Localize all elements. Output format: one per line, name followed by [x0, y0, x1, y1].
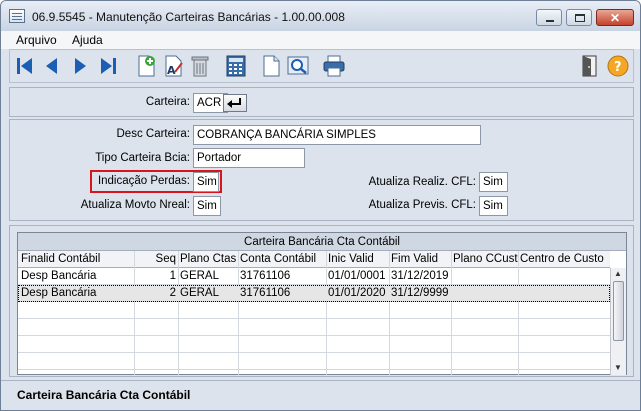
- cell-conta-contabil: 31761106: [240, 270, 291, 282]
- previous-record-icon: [46, 58, 57, 74]
- status-bar: Carteira Bancária Cta Contábil: [1, 380, 640, 410]
- blank-document-icon: [263, 55, 280, 77]
- svg-text:A: A: [167, 64, 176, 77]
- cell-seq: 1: [169, 270, 176, 282]
- menu-ajuda[interactable]: Ajuda: [72, 33, 103, 47]
- enter-arrow-icon: [227, 98, 241, 108]
- col-conta-contabil[interactable]: Conta Contábil: [240, 253, 326, 265]
- cell-finalid: Desp Bancária: [21, 270, 97, 282]
- exit-door-icon: [582, 55, 597, 77]
- atualiza-previs-field[interactable]: Sim: [479, 196, 508, 216]
- scroll-down-icon[interactable]: ▼: [614, 363, 622, 372]
- maximize-button[interactable]: [566, 9, 592, 26]
- zoom-search-icon: [287, 56, 309, 75]
- cell-fim-valid: 31/12/2019: [391, 270, 449, 282]
- col-seq[interactable]: Seq: [136, 253, 176, 265]
- table-row-empty[interactable]: [18, 319, 610, 336]
- first-record-button[interactable]: [13, 54, 37, 78]
- table-row-empty[interactable]: [18, 336, 610, 353]
- col-inic-valid[interactable]: Inic Valid: [328, 253, 388, 265]
- cell-plano-ctas: GERAL: [180, 270, 219, 282]
- table-row-empty[interactable]: [18, 302, 610, 319]
- scroll-thumb[interactable]: [613, 281, 624, 341]
- previous-record-button[interactable]: [40, 54, 64, 78]
- delete-record-icon: [191, 56, 209, 77]
- print-button[interactable]: [322, 54, 346, 78]
- calculator-button[interactable]: [224, 54, 248, 78]
- menu-arquivo[interactable]: Arquivo: [16, 33, 57, 47]
- edit-record-icon: A: [165, 55, 183, 77]
- delete-record-button[interactable]: [188, 54, 212, 78]
- form-panel: Desc Carteira: COBRANÇA BANCÁRIA SIMPLES…: [9, 119, 634, 221]
- cell-plano-ctas: GERAL: [180, 287, 219, 299]
- table-row-selected[interactable]: Desp Bancária 2 GERAL 31761106 01/01/202…: [18, 285, 610, 302]
- cell-inic-valid: 01/01/2020: [328, 287, 386, 299]
- next-record-icon: [75, 58, 86, 74]
- help-button[interactable]: ?: [606, 54, 630, 78]
- edit-record-button[interactable]: A: [161, 54, 185, 78]
- col-centro-custo[interactable]: Centro de Custo: [520, 253, 608, 265]
- svg-text:?: ?: [614, 60, 622, 75]
- atualiza-realiz-field[interactable]: Sim: [479, 172, 508, 192]
- tipo-carteira-field[interactable]: Portador: [193, 148, 305, 168]
- close-button[interactable]: ✕: [596, 9, 634, 26]
- atualiza-movto-label: Atualiza Movto Nreal:: [80, 199, 190, 211]
- close-icon: ✕: [610, 11, 621, 25]
- title-bar[interactable]: 06.9.5545 - Manutenção Carteiras Bancári…: [1, 1, 640, 31]
- blank-document-button[interactable]: [259, 54, 283, 78]
- table-row[interactable]: Desp Bancária 1 GERAL 31761106 01/01/000…: [18, 268, 610, 285]
- col-plano-ctas[interactable]: Plano Ctas: [180, 253, 238, 265]
- maximize-icon: [575, 14, 585, 22]
- exit-button[interactable]: [578, 54, 602, 78]
- enter-button[interactable]: [223, 94, 247, 112]
- col-plano-ccusto[interactable]: Plano CCusto: [453, 253, 519, 265]
- new-record-button[interactable]: [134, 54, 158, 78]
- scroll-up-icon[interactable]: ▲: [614, 269, 622, 278]
- header-panel: Carteira: ACR: [9, 87, 634, 117]
- cell-conta-contabil: 31761106: [240, 287, 291, 299]
- first-record-icon: [17, 58, 32, 74]
- atualiza-realiz-label: Atualiza Realiz. CFL:: [368, 176, 476, 188]
- cell-seq: 2: [169, 287, 176, 299]
- calculator-icon: [226, 55, 246, 77]
- grid-title: Carteira Bancária Cta Contábil: [18, 233, 626, 251]
- print-icon: [323, 55, 345, 77]
- cell-inic-valid: 01/01/0001: [328, 270, 386, 282]
- desc-carteira-field[interactable]: COBRANÇA BANCÁRIA SIMPLES: [193, 125, 481, 145]
- atualiza-movto-field[interactable]: Sim: [193, 196, 221, 216]
- minimize-icon: [546, 20, 554, 22]
- table-row-empty[interactable]: [18, 353, 610, 370]
- carteira-label: Carteira:: [145, 96, 190, 108]
- new-record-icon: [138, 55, 155, 77]
- accounts-grid[interactable]: Carteira Bancária Cta Contábil Finalid C…: [17, 232, 627, 375]
- grid-header: Finalid Contábil Seq Plano Ctas Conta Co…: [18, 251, 610, 268]
- menu-bar: Arquivo Ajuda: [1, 31, 640, 49]
- help-icon: ?: [607, 55, 629, 77]
- cell-finalid: Desp Bancária: [21, 287, 97, 299]
- last-record-button[interactable]: [96, 54, 120, 78]
- col-fim-valid[interactable]: Fim Valid: [391, 253, 451, 265]
- cell-fim-valid: 31/12/9999: [391, 287, 449, 299]
- indicacao-perdas-label: Indicação Perdas:: [97, 175, 190, 187]
- desc-carteira-label: Desc Carteira:: [116, 128, 191, 140]
- vertical-scrollbar[interactable]: ▲ ▼: [610, 268, 626, 375]
- indicacao-perdas-field[interactable]: Sim: [193, 172, 219, 192]
- app-icon: [9, 9, 25, 23]
- window-title: 06.9.5545 - Manutenção Carteiras Bancári…: [32, 10, 345, 24]
- status-text: Carteira Bancária Cta Contábil: [17, 388, 191, 402]
- next-record-button[interactable]: [68, 54, 92, 78]
- atualiza-previs-label: Atualiza Previs. CFL:: [368, 199, 476, 211]
- zoom-search-button[interactable]: [286, 54, 310, 78]
- toolbar: A ?: [9, 49, 634, 83]
- tipo-carteira-label: Tipo Carteira Bcia:: [95, 152, 190, 164]
- minimize-button[interactable]: [536, 9, 562, 26]
- app-window: 06.9.5545 - Manutenção Carteiras Bancári…: [0, 0, 641, 411]
- last-record-icon: [101, 58, 116, 74]
- col-finalid[interactable]: Finalid Contábil: [21, 253, 133, 265]
